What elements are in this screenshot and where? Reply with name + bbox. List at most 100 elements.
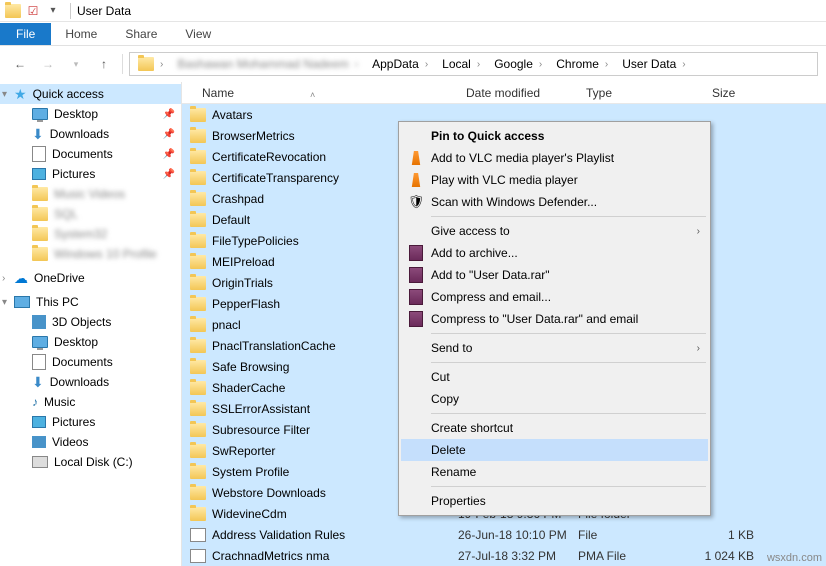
column-header-type[interactable]: Type xyxy=(578,86,704,100)
file-name: PnaclTranslationCache xyxy=(212,339,336,353)
context-menu-item[interactable]: Properties xyxy=(401,490,708,512)
tab-view[interactable]: View xyxy=(171,23,225,45)
up-button[interactable]: ↑ xyxy=(92,52,116,76)
context-menu-item[interactable]: Give access to› xyxy=(401,220,708,242)
file-size: 1 024 KB xyxy=(704,549,764,563)
folder-icon xyxy=(190,360,206,374)
back-button[interactable]: ← xyxy=(8,52,32,76)
tab-share[interactable]: Share xyxy=(111,23,171,45)
folder-icon xyxy=(190,381,206,395)
sidebar-item-local-disk[interactable]: Local Disk (C:) xyxy=(0,452,181,472)
context-menu-separator xyxy=(431,216,706,217)
file-type: PMA File xyxy=(578,549,704,563)
context-menu-label: Create shortcut xyxy=(431,421,513,435)
breadcrumb-segment-3[interactable]: Google› xyxy=(488,53,550,75)
sidebar-item-3d-objects[interactable]: 3D Objects xyxy=(0,312,181,332)
folder-icon xyxy=(32,227,48,241)
folder-icon xyxy=(190,444,206,458)
file-date: 26-Jun-18 10:10 PM xyxy=(458,528,578,542)
desktop-icon xyxy=(32,108,48,120)
recent-dropdown[interactable]: ▾ xyxy=(64,52,88,76)
sidebar-item-downloads[interactable]: ⬇Downloads📌 xyxy=(0,124,181,144)
context-menu-item[interactable]: Scan with Windows Defender... xyxy=(401,191,708,213)
sidebar-item-quick-access[interactable]: ▾ ★ Quick access xyxy=(0,84,181,104)
sidebar-item-pc-desktop[interactable]: Desktop xyxy=(0,332,181,352)
context-menu-item[interactable]: Cut xyxy=(401,366,708,388)
desktop-icon xyxy=(32,336,48,348)
file-name: BrowserMetrics xyxy=(212,129,295,143)
file-row[interactable]: Address Validation Rules26-Jun-18 10:10 … xyxy=(182,524,826,545)
chevron-right-icon[interactable]: › xyxy=(2,273,5,284)
pictures-icon xyxy=(32,168,46,180)
sidebar-item-blur-1[interactable]: SQL xyxy=(0,204,181,224)
context-menu-item[interactable]: Play with VLC media player xyxy=(401,169,708,191)
sidebar-item-pictures[interactable]: Pictures📌 xyxy=(0,164,181,184)
sidebar-item-desktop[interactable]: Desktop📌 xyxy=(0,104,181,124)
context-menu-item[interactable]: Add to "User Data.rar" xyxy=(401,264,708,286)
context-menu-item[interactable]: Send to› xyxy=(401,337,708,359)
context-menu-item[interactable]: Add to VLC media player's Playlist xyxy=(401,147,708,169)
context-menu-label: Add to "User Data.rar" xyxy=(431,268,550,282)
sidebar-item-this-pc[interactable]: ▾This PC xyxy=(0,292,181,312)
context-menu-item[interactable]: Rename xyxy=(401,461,708,483)
winrar-icon xyxy=(407,244,425,262)
videos-icon xyxy=(32,436,46,448)
context-menu-label: Compress to "User Data.rar" and email xyxy=(431,312,638,326)
winrar-icon xyxy=(407,310,425,328)
file-name: CertificateRevocation xyxy=(212,150,326,164)
context-menu-label: Rename xyxy=(431,465,476,479)
breadcrumb[interactable]: › Bashawan Mohammad Nadeem› AppData› Loc… xyxy=(129,52,818,76)
sidebar-item-pc-pictures[interactable]: Pictures xyxy=(0,412,181,432)
context-menu-label: Give access to xyxy=(431,224,510,238)
sidebar-item-blur-2[interactable]: System32 xyxy=(0,224,181,244)
chevron-down-icon[interactable]: ▾ xyxy=(2,297,7,308)
breadcrumb-segment-4[interactable]: Chrome› xyxy=(550,53,616,75)
file-name: ShaderCache xyxy=(212,381,285,395)
breadcrumb-segment-0[interactable]: Bashawan Mohammad Nadeem› xyxy=(171,53,366,75)
context-menu-item[interactable]: Copy xyxy=(401,388,708,410)
column-header-name[interactable]: Name˄ xyxy=(182,86,458,100)
folder-icon xyxy=(190,129,206,143)
sidebar-item-blur-3[interactable]: Windows 10 Profile xyxy=(0,244,181,264)
folder-icon xyxy=(190,150,206,164)
column-header-date[interactable]: Date modified xyxy=(458,86,578,100)
folder-icon xyxy=(190,297,206,311)
folder-icon xyxy=(190,507,206,521)
sidebar-item-pc-documents[interactable]: Documents xyxy=(0,352,181,372)
file-name: WidevineCdm xyxy=(212,507,287,521)
sidebar-item-music[interactable]: ♪Music xyxy=(0,392,181,412)
breadcrumb-segment-2[interactable]: Local› xyxy=(436,53,488,75)
forward-button[interactable]: → xyxy=(36,52,60,76)
folder-icon xyxy=(32,247,48,261)
context-menu-item[interactable]: Create shortcut xyxy=(401,417,708,439)
onedrive-icon xyxy=(14,270,28,287)
folder-icon xyxy=(190,465,206,479)
sidebar-item-documents[interactable]: Documents📌 xyxy=(0,144,181,164)
context-menu-item[interactable]: Pin to Quick access xyxy=(401,125,708,147)
file-name: FileTypePolicies xyxy=(212,234,299,248)
breadcrumb-root-icon[interactable]: › xyxy=(132,53,171,75)
tab-file[interactable]: File xyxy=(0,23,51,45)
file-name: Safe Browsing xyxy=(212,360,289,374)
context-menu-item[interactable]: Compress and email... xyxy=(401,286,708,308)
folder-icon xyxy=(190,339,206,353)
3d-objects-icon xyxy=(32,315,46,329)
column-header-size[interactable]: Size xyxy=(704,86,764,100)
sidebar-item-pc-downloads[interactable]: ⬇Downloads xyxy=(0,372,181,392)
tab-home[interactable]: Home xyxy=(51,23,111,45)
qat-save-icon[interactable]: ☑ xyxy=(24,2,42,20)
sidebar-item-blur-0[interactable]: Music Videos xyxy=(0,184,181,204)
folder-icon xyxy=(190,276,206,290)
downloads-icon: ⬇ xyxy=(32,374,44,391)
qat-dropdown-icon[interactable]: ▾ xyxy=(44,2,62,20)
sidebar-item-videos[interactable]: Videos xyxy=(0,432,181,452)
breadcrumb-segment-1[interactable]: AppData› xyxy=(366,53,436,75)
context-menu-item[interactable]: Compress to "User Data.rar" and email xyxy=(401,308,708,330)
chevron-down-icon[interactable]: ▾ xyxy=(2,89,7,100)
context-menu-item[interactable]: Add to archive... xyxy=(401,242,708,264)
context-menu-item[interactable]: Delete xyxy=(401,439,708,461)
sidebar-item-onedrive[interactable]: ›OneDrive xyxy=(0,268,181,288)
winrar-icon xyxy=(407,266,425,284)
breadcrumb-segment-5[interactable]: User Data› xyxy=(616,53,693,75)
file-row[interactable]: CrachnadMetrics nma27-Jul-18 3:32 PMPMA … xyxy=(182,545,826,566)
